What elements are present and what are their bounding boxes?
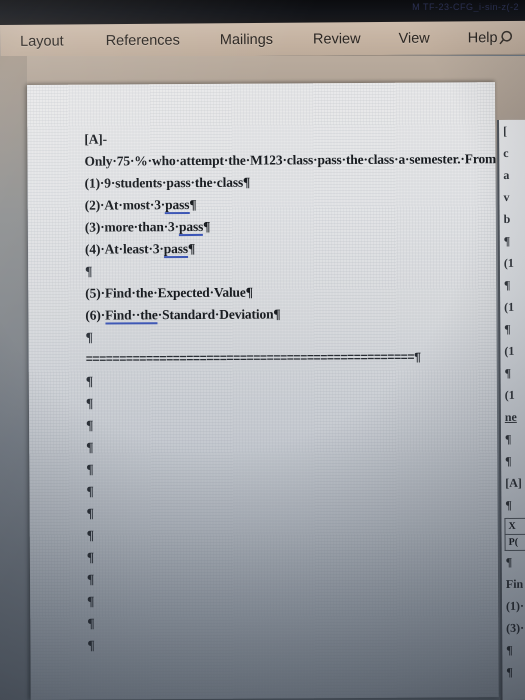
page2-line: b <box>503 211 511 226</box>
document-page-2[interactable]: [ c a v b ¶ (1 ¶ (1 ¶ (1 ¶ (1 ne ¶ ¶ [A] ¶ X P( ¶ Fin (1)· (3)·… <box>497 119 525 700</box>
empty-paragraph-mark: ¶ <box>86 461 94 477</box>
page2-line: (1 <box>504 343 515 358</box>
search-icon[interactable] <box>497 26 519 48</box>
screen-photo: M TF-23-CFG_i-sin-z(-2 Layout References M… <box>0 0 525 700</box>
page2-line: ¶ <box>505 554 513 569</box>
empty-paragraph-mark: ¶ <box>87 593 95 609</box>
document-list-item: (4)·At·least·3·pass¶ <box>85 236 486 260</box>
page2-line: (1 <box>504 387 515 402</box>
page2-hyperlink: ne <box>504 409 517 424</box>
page2-line: [A] <box>505 475 522 490</box>
empty-paragraph-mark: ¶ <box>85 329 93 345</box>
page2-line: Fin <box>505 576 524 591</box>
document-separator-rule: ========================================… <box>85 350 421 367</box>
document-page-1[interactable]: [A]-Only·75·%·who·attempt·the·M123·class… <box>27 82 499 700</box>
page2-line: ¶ <box>504 321 511 336</box>
list-item-suffix: ¶ <box>187 240 196 257</box>
empty-paragraph-mark: ¶ <box>86 505 94 521</box>
document-list-item: (3)·more·than·3·pass¶ <box>85 214 486 238</box>
empty-paragraph-mark: ¶ <box>85 263 93 279</box>
page2-line: ¶ <box>503 233 511 248</box>
ribbon-tab-review[interactable]: Review <box>311 31 363 47</box>
empty-paragraph-mark: ¶ <box>85 395 94 411</box>
grammar-flagged-text[interactable]: pass <box>165 197 190 215</box>
grammar-flagged-text[interactable]: Find··the <box>105 307 158 325</box>
page2-line: ¶ <box>506 642 513 657</box>
empty-paragraph-mark: ¶ <box>85 373 94 389</box>
page2-line: (1)· <box>505 598 525 613</box>
empty-paragraph-mark: ¶ <box>86 527 95 543</box>
ribbon-tab-view[interactable]: View <box>396 30 431 46</box>
page2-content: [ c a v b ¶ (1 ¶ (1 ¶ (1 ¶ (1 ne ¶ ¶ [A] ¶ X P( ¶ Fin (1)· (3)·… <box>499 120 525 683</box>
list-item-suffix: ¶ <box>203 218 211 234</box>
empty-paragraph-mark: ¶ <box>86 417 94 433</box>
page2-line: ¶ <box>505 497 512 512</box>
empty-paragraph-mark: ¶ <box>87 637 95 653</box>
empty-paragraph-mark: ¶ <box>86 483 94 499</box>
table-row: X <box>504 518 525 535</box>
page2-line: ¶ <box>503 277 511 292</box>
page2-line: (3)· <box>506 620 525 635</box>
document-paragraph: [A]-Only·75·%·who·attempt·the·M123·class… <box>84 131 499 169</box>
empty-paragraph-mark: ¶ <box>87 615 95 631</box>
empty-paragraph-mark: ¶ <box>86 439 94 455</box>
ribbon-tab-layout[interactable]: Layout <box>18 33 66 49</box>
table-row: P( <box>505 534 525 551</box>
page2-line: ¶ <box>505 453 512 468</box>
page2-line: ¶ <box>504 431 512 446</box>
table-cell: X <box>504 518 525 535</box>
ribbon-tab-mailings[interactable]: Mailings <box>218 31 275 47</box>
ribbon-tab-references[interactable]: References <box>104 32 182 49</box>
ribbon-tabs: Layout References Mailings Review View Help <box>0 21 525 58</box>
bezel-text: M TF-23-CFG_i-sin-z(-2 <box>412 2 519 12</box>
list-item-prefix: (2)·At·most·3· <box>84 197 166 213</box>
empty-paragraph-mark: ¶ <box>86 571 95 587</box>
page2-line: v <box>503 189 510 204</box>
page2-line: a <box>503 167 510 182</box>
list-item-prefix: (4)·At·least·3· <box>84 241 164 257</box>
document-list-item: (6)·Find··the·Standard·Deviation¶ <box>85 302 486 326</box>
list-item-suffix: ¶ <box>189 196 197 213</box>
page2-line: [ <box>503 123 508 138</box>
document-body[interactable]: [A]-Only·75·%·who·attempt·the·M123·class… <box>84 126 499 656</box>
ribbon-tab-bar: Layout References Mailings Review View Help <box>0 20 525 59</box>
list-item-prefix: (3)·more·than·3· <box>84 219 180 235</box>
grammar-flagged-text[interactable]: pass <box>178 218 204 237</box>
document-list-item: (2)·At·most·3·pass¶ <box>85 192 486 216</box>
document-list-item: (1)·9·students·pass·the·class¶ <box>84 174 251 191</box>
document-list-item: (5)·Find·the·Expected·Value¶ <box>85 284 253 301</box>
page2-line: c <box>503 145 509 160</box>
list-item-prefix: (6)· <box>85 307 106 323</box>
page2-line: (1 <box>504 299 515 314</box>
ribbon-tab-help[interactable]: Help <box>466 30 500 46</box>
page2-line: (1 <box>503 255 514 270</box>
page2-distribution-table[interactable]: X P( <box>504 517 525 551</box>
page2-line: ¶ <box>504 365 512 380</box>
list-item-suffix: ·Standard·Deviation¶ <box>157 306 281 323</box>
grammar-flagged-text[interactable]: pass <box>163 241 188 259</box>
empty-paragraph-mark: ¶ <box>86 549 95 565</box>
page2-line: ¶ <box>506 664 513 679</box>
table-cell: P( <box>505 534 525 551</box>
left-gutter <box>0 56 27 700</box>
